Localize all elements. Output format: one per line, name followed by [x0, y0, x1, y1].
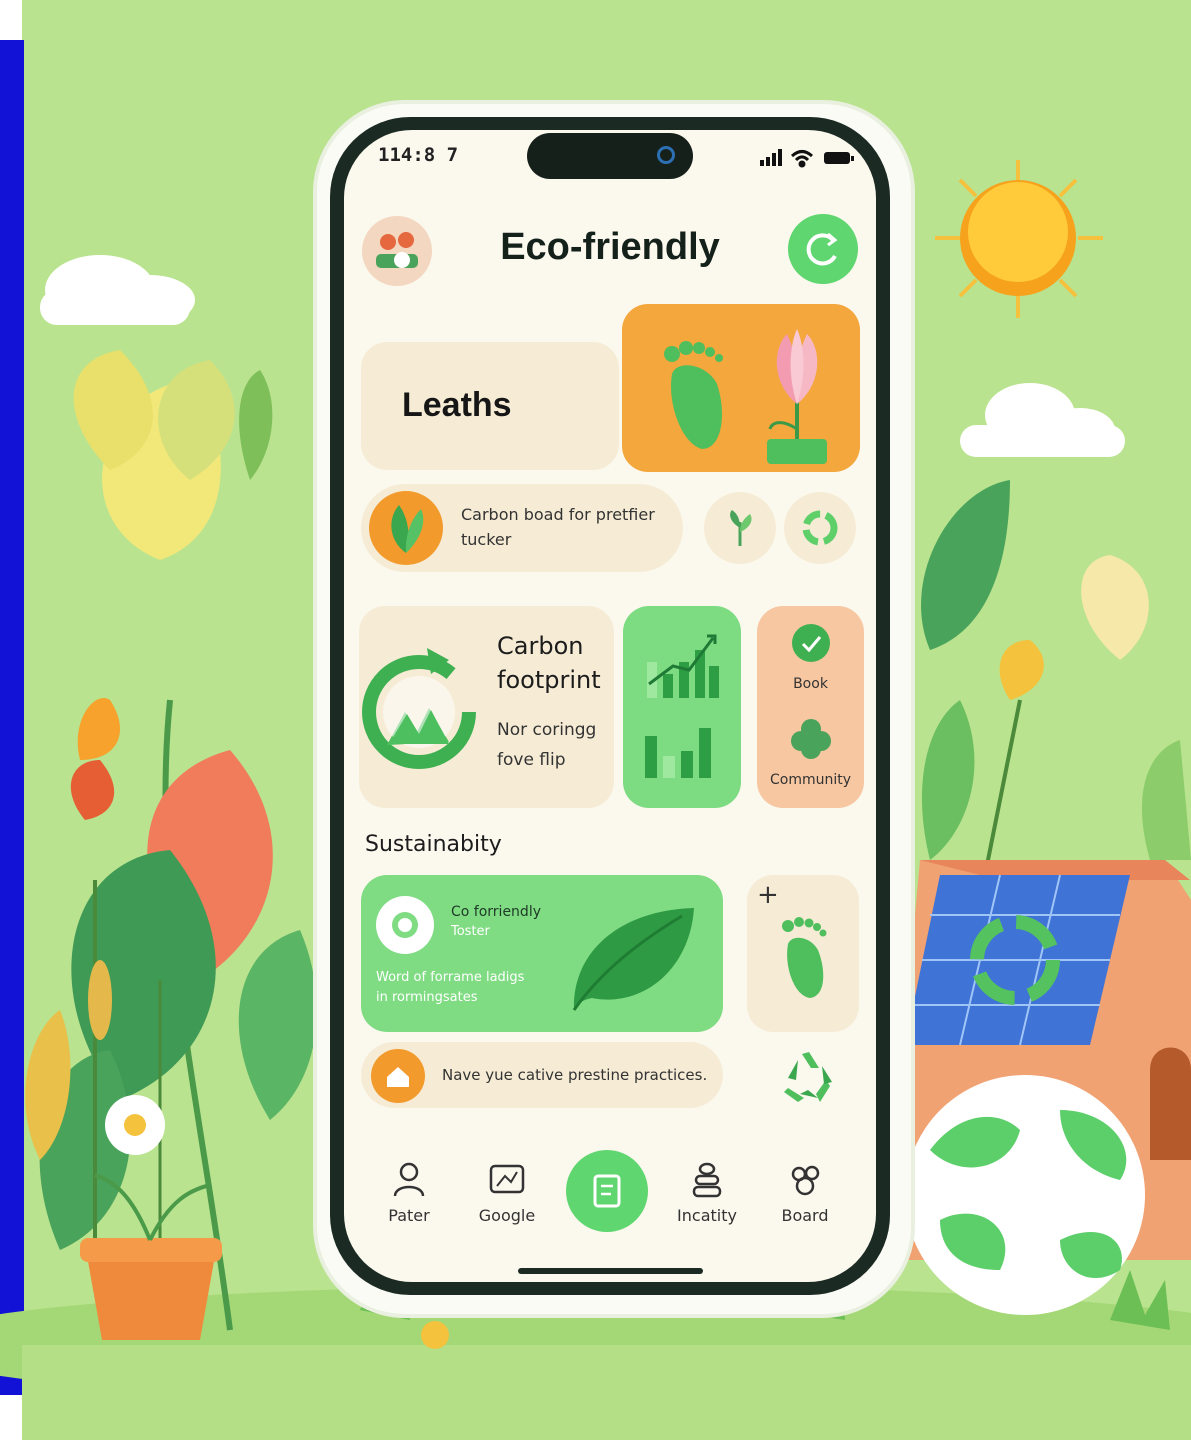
battery-icon [824, 152, 854, 164]
nav-item-incatity[interactable]: Incatity [662, 1160, 752, 1225]
recycle-button[interactable] [784, 492, 856, 564]
tracker-ring-icon [376, 896, 434, 954]
stats-card[interactable] [623, 606, 741, 808]
wifi-icon [790, 150, 814, 168]
signal-icon [760, 149, 782, 166]
home-badge-icon [371, 1049, 425, 1103]
sprout-button[interactable] [704, 492, 776, 564]
carbon-title-line1: Carbon [497, 632, 584, 660]
community-icon [791, 1165, 820, 1196]
nav-center-button[interactable] [566, 1150, 648, 1232]
tracker-title-line2: Toster [451, 924, 490, 939]
community-label: Community [769, 772, 852, 788]
check-icon [792, 624, 830, 662]
hero-image-card[interactable] [622, 304, 860, 472]
tracker-title-line1: Co forriendly [451, 904, 541, 920]
footprint-plant-illustration [664, 329, 827, 464]
carbon-sub-line1: Nor coringg [497, 720, 597, 740]
stack-icon [692, 1162, 722, 1198]
refresh-button[interactable] [788, 214, 858, 284]
nav-item-pater[interactable]: Pater [364, 1160, 454, 1225]
sprout-icon [730, 510, 752, 546]
nav-label-google: Google [478, 1206, 536, 1225]
carbon-title-line2: footprint [497, 666, 601, 694]
status-icons [760, 149, 854, 168]
nav-item-google[interactable]: Google [462, 1160, 552, 1225]
section-title: Sustainabity [365, 832, 502, 857]
add-plus-icon[interactable]: + [757, 880, 779, 910]
recycle-icon[interactable] [778, 1046, 840, 1104]
bar-chart-icon [645, 634, 719, 778]
practice-text: Nave yue cative prestine practices. [442, 1066, 708, 1084]
nav-label-board: Board [781, 1206, 829, 1225]
tracker-desc-line1: Word of forrame ladigs [376, 970, 525, 985]
carbon-sub-line2: fove flip [497, 750, 566, 770]
camera-icon [657, 146, 675, 164]
status-time: 114:8 7 [378, 144, 459, 166]
blue-edge-bar [0, 40, 24, 1395]
plant-icon [767, 329, 827, 464]
nav-item-board[interactable]: Board [760, 1160, 850, 1225]
tip-text-line1: Carbon boad for pretfier [461, 505, 655, 524]
footprint-icon [664, 341, 723, 449]
leaf-icon [391, 505, 424, 553]
refresh-icon [806, 232, 838, 266]
avatar-illustration-icon [376, 232, 418, 268]
nav-label-pater: Pater [388, 1206, 430, 1225]
document-icon [593, 1174, 621, 1208]
tip-text-line2: tucker [461, 530, 512, 549]
nav-label-incatity: Incatity [677, 1206, 737, 1225]
page-title: Eco-friendly [500, 226, 720, 268]
recycle-icon [802, 510, 838, 546]
footprint-icon [782, 917, 827, 998]
leaf-icon [572, 908, 694, 1011]
home-indicator[interactable] [518, 1268, 703, 1274]
person-icon [393, 1162, 425, 1197]
globe-icon [905, 1075, 1145, 1315]
tracker-desc-line2: in rormingsates [376, 990, 478, 1005]
carbon-cycle-icon [362, 648, 476, 769]
leaf-badge [369, 491, 443, 565]
clover-icon [791, 719, 831, 759]
book-label: Book [793, 676, 828, 692]
avatar[interactable] [362, 216, 432, 286]
map-icon [489, 1164, 525, 1194]
hero-title: Leaths [402, 386, 512, 424]
